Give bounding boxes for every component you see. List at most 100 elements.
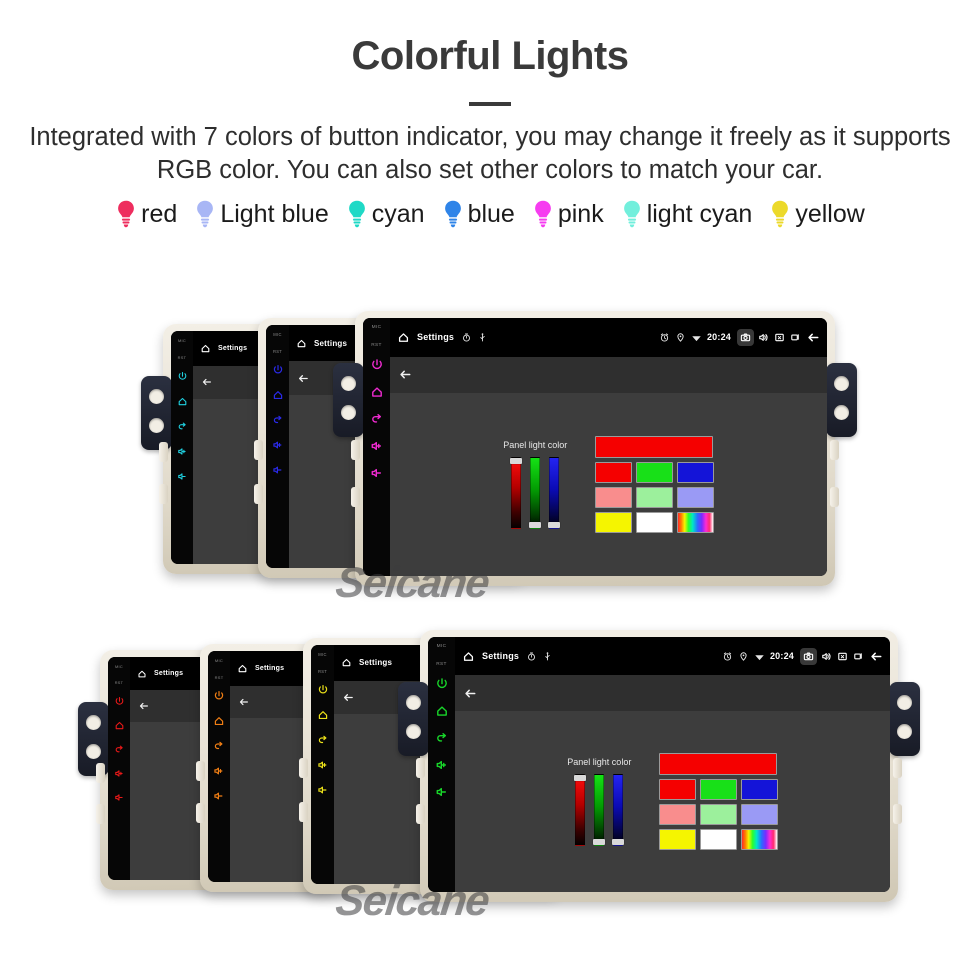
red-slider[interactable] (574, 773, 587, 846)
back-icon[interactable] (271, 413, 285, 427)
volume-icon[interactable] (758, 332, 769, 343)
slider-handle[interactable] (574, 774, 587, 781)
android-screen[interactable]: Settings 20:24 Panel light color (390, 318, 827, 576)
volume-down-icon[interactable] (370, 466, 384, 480)
volume-down-icon[interactable] (175, 469, 189, 483)
bulb-icon (115, 199, 137, 229)
blue-slider[interactable] (548, 456, 561, 529)
color-swatch[interactable] (699, 828, 737, 850)
back-arrow-icon[interactable] (297, 372, 310, 385)
camera-icon[interactable] (800, 647, 817, 665)
color-swatch[interactable] (658, 778, 696, 800)
volume-up-icon[interactable] (435, 758, 449, 772)
home-icon[interactable] (237, 663, 248, 674)
volume-up-icon[interactable] (212, 764, 226, 778)
color-swatch[interactable] (676, 486, 714, 508)
power-icon[interactable] (435, 677, 449, 691)
back-icon[interactable] (435, 731, 449, 745)
back-icon[interactable] (212, 739, 226, 753)
color-swatch[interactable] (676, 511, 714, 533)
volume-down-icon[interactable] (212, 789, 226, 803)
android-screen[interactable]: Settings 20:24 Panel light color (455, 637, 890, 892)
color-swatch[interactable] (635, 486, 673, 508)
home-icon[interactable] (296, 338, 307, 349)
slider-handle[interactable] (612, 838, 625, 845)
slider-handle[interactable] (510, 457, 523, 464)
color-swatch[interactable] (635, 511, 673, 533)
back-arrow-icon[interactable] (398, 367, 413, 382)
back-icon[interactable] (370, 412, 384, 426)
power-icon[interactable] (212, 689, 226, 703)
close-box-icon[interactable] (774, 332, 785, 343)
volume-up-icon[interactable] (271, 438, 285, 452)
color-swatch[interactable] (635, 461, 673, 483)
volume-icon[interactable] (821, 651, 832, 662)
green-slider[interactable] (593, 773, 606, 846)
camera-icon[interactable] (737, 328, 754, 346)
power-icon[interactable] (175, 369, 189, 383)
radio-unit-pink[interactable]: MIC RST Settings 20:24 Panel light color (333, 311, 857, 586)
back-arrow-icon[interactable] (342, 691, 355, 704)
volume-up-icon[interactable] (370, 439, 384, 453)
color-swatch[interactable] (740, 803, 778, 825)
recents-icon[interactable] (853, 651, 864, 662)
back-arrow-icon[interactable] (869, 649, 884, 664)
red-slider[interactable] (510, 456, 523, 529)
volume-up-icon[interactable] (316, 758, 330, 772)
color-swatch[interactable] (699, 803, 737, 825)
volume-down-icon[interactable] (316, 783, 330, 797)
power-icon[interactable] (271, 363, 285, 377)
color-swatch[interactable] (658, 803, 696, 825)
mic-label: MIC (371, 325, 382, 330)
home-icon[interactable] (397, 331, 410, 344)
blue-slider[interactable] (612, 773, 625, 846)
color-swatch[interactable] (594, 461, 632, 483)
home-icon[interactable] (271, 388, 285, 402)
slider-handle[interactable] (529, 521, 542, 528)
volume-down-icon[interactable] (271, 463, 285, 477)
volume-down-icon[interactable] (112, 790, 126, 804)
volume-down-icon[interactable] (435, 785, 449, 799)
color-swatch[interactable] (676, 461, 714, 483)
back-icon[interactable] (112, 742, 126, 756)
legend-label: yellow (795, 199, 865, 228)
color-swatch[interactable] (699, 778, 737, 800)
home-icon[interactable] (112, 718, 126, 732)
back-arrow-icon[interactable] (806, 330, 821, 345)
legend-label: light cyan (646, 199, 753, 228)
green-slider[interactable] (529, 456, 542, 529)
home-icon[interactable] (175, 394, 189, 408)
home-icon[interactable] (435, 704, 449, 718)
volume-up-icon[interactable] (175, 444, 189, 458)
back-icon[interactable] (175, 419, 189, 433)
color-swatch[interactable] (740, 828, 778, 850)
recents-icon[interactable] (790, 332, 801, 343)
back-arrow-icon[interactable] (238, 696, 250, 708)
back-arrow-icon[interactable] (201, 376, 213, 388)
radio-unit-green[interactable]: MIC RST Settings 20:24 Panel light color (398, 630, 920, 902)
home-icon[interactable] (200, 343, 211, 354)
close-box-icon[interactable] (837, 651, 848, 662)
power-icon[interactable] (112, 694, 126, 708)
color-swatch[interactable] (658, 828, 696, 850)
back-arrow-icon[interactable] (463, 686, 478, 701)
slider-handle[interactable] (593, 838, 606, 845)
color-swatch[interactable] (594, 511, 632, 533)
color-swatch[interactable] (594, 486, 632, 508)
power-icon[interactable] (370, 358, 384, 372)
legend-item-light-cyan: light cyan (621, 199, 753, 229)
color-swatch[interactable] (740, 778, 778, 800)
back-arrow-icon[interactable] (138, 700, 150, 712)
home-icon[interactable] (462, 650, 475, 663)
back-icon[interactable] (316, 733, 330, 747)
home-icon[interactable] (370, 385, 384, 399)
home-icon[interactable] (137, 669, 147, 679)
slider-handle[interactable] (548, 521, 561, 528)
home-icon[interactable] (212, 714, 226, 728)
power-icon[interactable] (316, 683, 330, 697)
volume-up-icon[interactable] (112, 766, 126, 780)
home-icon[interactable] (341, 657, 352, 668)
home-icon[interactable] (316, 708, 330, 722)
mount-bracket-left (141, 376, 172, 450)
bezel-tab (416, 758, 425, 778)
